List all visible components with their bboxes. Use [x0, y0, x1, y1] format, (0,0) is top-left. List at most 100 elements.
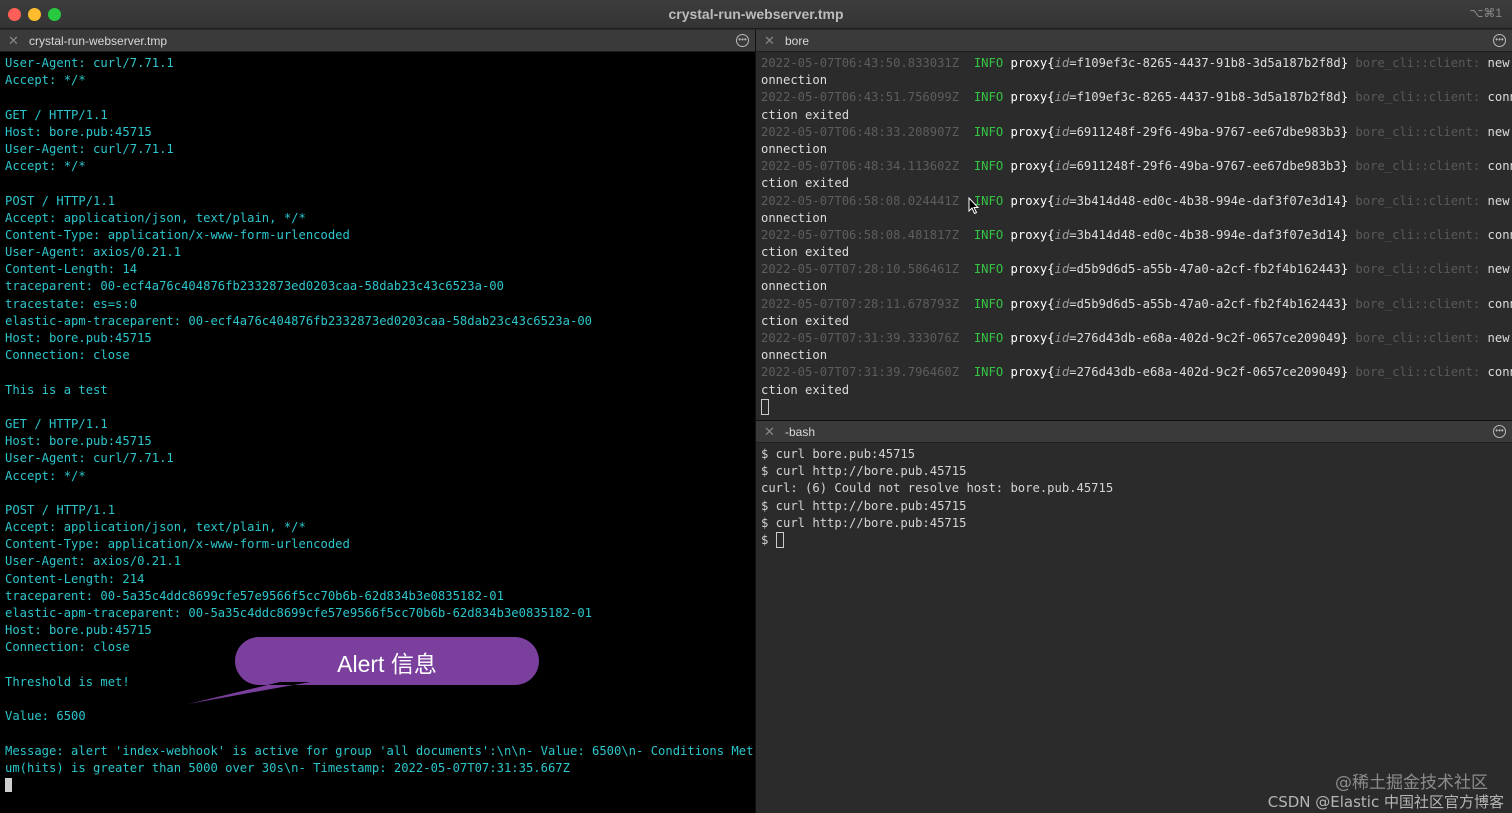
log-message: conne — [1487, 365, 1512, 380]
log-timestamp: 2022-05-07T06:58:08.481817Z — [761, 227, 960, 242]
terminal-line: User-Agent: axios/0.21.1 — [5, 245, 182, 260]
log-brace-close: } — [1340, 331, 1349, 345]
bash-output[interactable]: $ curl bore.pub:45715 $ curl http://bore.… — [756, 443, 1512, 813]
tab-menu-icon[interactable]: ••• — [736, 34, 749, 47]
window-titlebar: crystal-run-webserver.tmp ⌥⌘1 — [0, 0, 1512, 29]
log-field-value: 276d43db-e68a-402d-9c2f-0657ce209049 — [1076, 365, 1341, 380]
log-level: INFO — [973, 90, 1004, 105]
watermark-juejin: @稀土掘金技术社区 — [1335, 773, 1488, 793]
log-field-key: id — [1054, 262, 1070, 277]
bash-pane[interactable]: ✕ -bash ••• $ curl bore.pub:45715 $ curl … — [756, 421, 1512, 813]
log-level: INFO — [973, 331, 1004, 345]
tab-close-icon[interactable]: ✕ — [8, 33, 19, 49]
log-colon: : — [1472, 262, 1488, 277]
log-target: bore_cli::client — [1355, 193, 1473, 208]
log-timestamp: 2022-05-07T07:31:39.796460Z — [761, 365, 960, 380]
log-message-wrap: ction exited — [761, 245, 850, 260]
log-message-wrap: onnection — [761, 141, 828, 156]
log-field-eq: = — [1069, 227, 1077, 242]
log-field-key: id — [1054, 331, 1070, 345]
terminal-prompt-line — [761, 398, 1512, 416]
webserver-tab[interactable]: ✕ crystal-run-webserver.tmp ••• — [0, 30, 755, 52]
log-field-eq: = — [1069, 365, 1077, 380]
log-span-name: proxy — [1010, 56, 1048, 70]
terminal-cursor — [775, 531, 784, 548]
tab-close-icon[interactable]: ✕ — [764, 33, 775, 49]
log-entry: 2022-05-07T06:48:33.208907Z INFO proxy{i… — [761, 124, 1512, 141]
log-field-key: id — [1054, 227, 1070, 242]
terminal-line: POST / HTTP/1.1 — [5, 502, 116, 517]
window-title: crystal-run-webserver.tmp — [668, 6, 844, 22]
terminal-line: Host: bore.pub:45715 — [5, 434, 152, 449]
log-span-name: proxy — [1010, 296, 1048, 311]
log-brace-close: } — [1340, 159, 1349, 174]
bore-tab[interactable]: ✕ bore ••• — [756, 30, 1512, 52]
terminal-line: Accept: application/json, text/plain, */… — [5, 210, 306, 225]
terminal-line: Content-Length: 14 — [5, 262, 138, 277]
log-colon: : — [1472, 90, 1488, 105]
log-target: bore_cli::client — [1355, 262, 1473, 277]
terminal-line — [5, 777, 755, 794]
log-level: INFO — [973, 159, 1004, 174]
terminal-line: um(hits) is greater than 5000 over 30s\n… — [5, 760, 570, 775]
bash-tab[interactable]: ✕ -bash ••• — [756, 421, 1512, 443]
log-brace-open: { — [1047, 56, 1055, 70]
log-brace-close: } — [1340, 193, 1349, 208]
log-field-key: id — [1054, 365, 1070, 380]
terminal-line: Host: bore.pub:45715 — [5, 331, 152, 345]
terminal-line: Value: 6500 — [5, 709, 86, 724]
log-target: bore_cli::client — [1355, 365, 1473, 380]
log-span-name: proxy — [1010, 331, 1048, 345]
log-message: new c — [1487, 124, 1510, 139]
log-message-wrap: onnection — [761, 73, 828, 88]
log-message-wrap: onnection — [761, 210, 828, 225]
mouse-pointer-icon — [968, 197, 980, 215]
terminal-line: Accept: */* — [5, 73, 86, 88]
log-brace-open: { — [1047, 124, 1055, 139]
terminal-line: Message: alert 'index-webhook' is active… — [5, 743, 755, 758]
terminal-line: Accept: */* — [5, 159, 86, 174]
tab-menu-icon[interactable]: ••• — [1493, 425, 1506, 438]
log-brace-open: { — [1047, 90, 1055, 105]
log-message-wrap: onnection — [761, 279, 828, 294]
log-entry: 2022-05-07T06:43:50.833031Z INFO proxy{i… — [761, 55, 1512, 72]
log-level: INFO — [973, 262, 1004, 277]
log-span-name: proxy — [1010, 90, 1048, 105]
log-level: INFO — [973, 296, 1004, 311]
shell-line: curl: (6) Could not resolve host: bore.p… — [761, 481, 1114, 496]
log-target: bore_cli::client — [1355, 296, 1473, 311]
terminal-cursor — [5, 777, 12, 792]
shell-line: $ curl http://bore.pub:45715 — [761, 515, 967, 530]
log-field-value: d5b9d6d5-a55b-47a0-a2cf-fb2f4b162443 — [1076, 262, 1341, 277]
log-level: INFO — [973, 227, 1004, 242]
tab-close-icon[interactable]: ✕ — [764, 424, 775, 440]
terminal-line: POST / HTTP/1.1 — [5, 193, 116, 208]
shell-line: $ curl bore.pub:45715 — [761, 447, 916, 461]
log-brace-close: } — [1340, 90, 1349, 105]
log-entry: 2022-05-07T07:28:11.678793Z INFO proxy{i… — [761, 296, 1512, 313]
log-field-eq: = — [1069, 124, 1077, 139]
log-colon: : — [1472, 227, 1488, 242]
log-timestamp: 2022-05-07T07:28:10.586461Z — [761, 262, 960, 277]
tab-menu-icon[interactable]: ••• — [1493, 34, 1506, 47]
log-span-name: proxy — [1010, 365, 1048, 380]
log-entry: 2022-05-07T07:31:39.333076Z INFO proxy{i… — [761, 330, 1512, 347]
log-timestamp: 2022-05-07T06:58:08.024441Z — [761, 193, 960, 208]
log-entry: 2022-05-07T06:48:34.113602Z INFO proxy{i… — [761, 158, 1512, 175]
terminal-line: elastic-apm-traceparent: 00-ecf4a76c4048… — [5, 313, 592, 328]
log-timestamp: 2022-05-07T07:28:11.678793Z — [761, 296, 960, 311]
log-field-key: id — [1054, 124, 1070, 139]
terminal-line: Content-Type: application/x-www-form-url… — [5, 537, 350, 552]
log-brace-close: } — [1340, 365, 1349, 380]
bore-log-output: 2022-05-07T06:43:50.833031Z INFO proxy{i… — [756, 52, 1512, 420]
shell-line: $ curl http://bore.pub.45715 — [761, 464, 967, 479]
log-timestamp: 2022-05-07T06:43:50.833031Z — [761, 56, 960, 70]
log-target: bore_cli::client — [1355, 331, 1473, 345]
log-message: conne — [1487, 227, 1512, 242]
log-timestamp: 2022-05-07T06:48:34.113602Z — [761, 159, 960, 174]
terminal-line: User-Agent: axios/0.21.1 — [5, 554, 182, 569]
bore-pane[interactable]: ✕ bore ••• 2022-05-07T06:43:50.833031Z I… — [756, 30, 1512, 420]
shell-prompt-line[interactable]: $ — [761, 531, 1512, 549]
